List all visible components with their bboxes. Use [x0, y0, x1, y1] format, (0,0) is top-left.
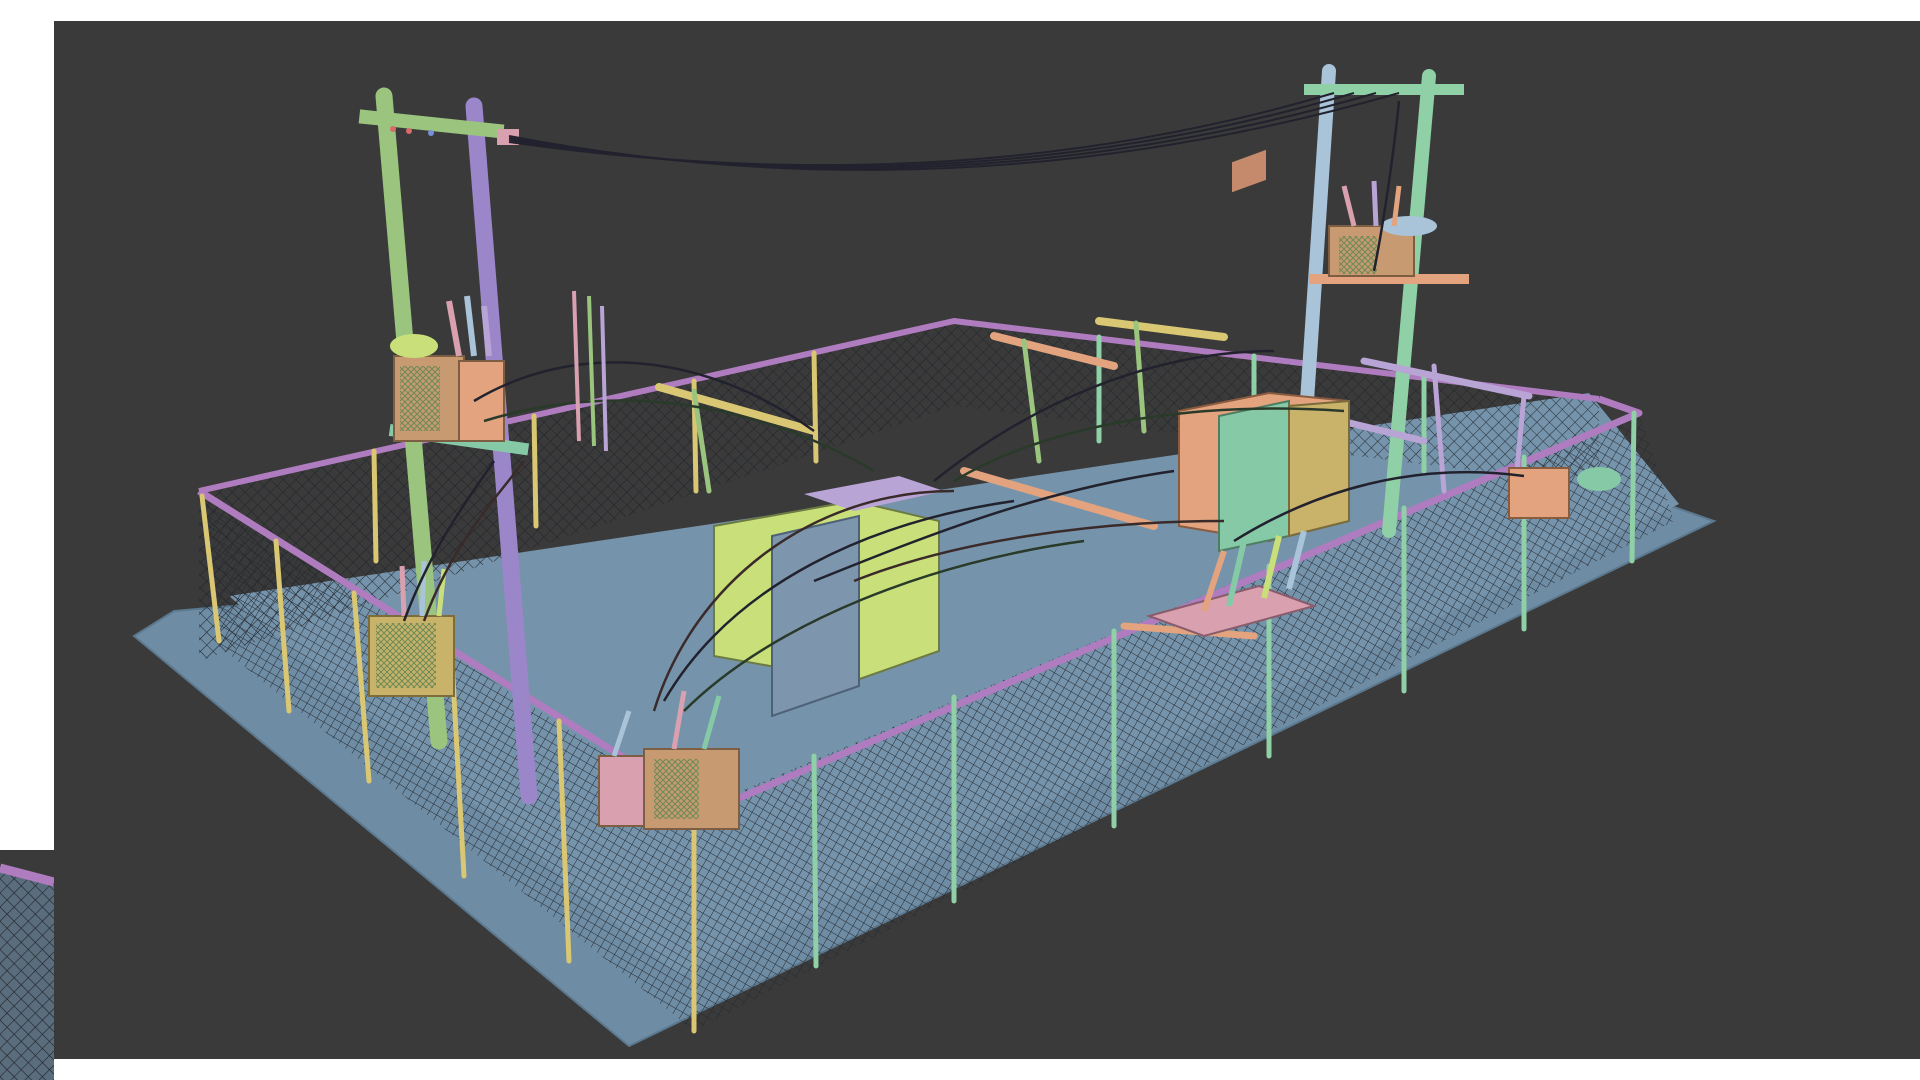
3d-viewport[interactable]	[54, 21, 1920, 1059]
switch-cabinet-right	[1178, 391, 1350, 553]
adjacent-view-edge	[0, 850, 54, 1080]
substation-render	[54, 21, 1920, 1059]
